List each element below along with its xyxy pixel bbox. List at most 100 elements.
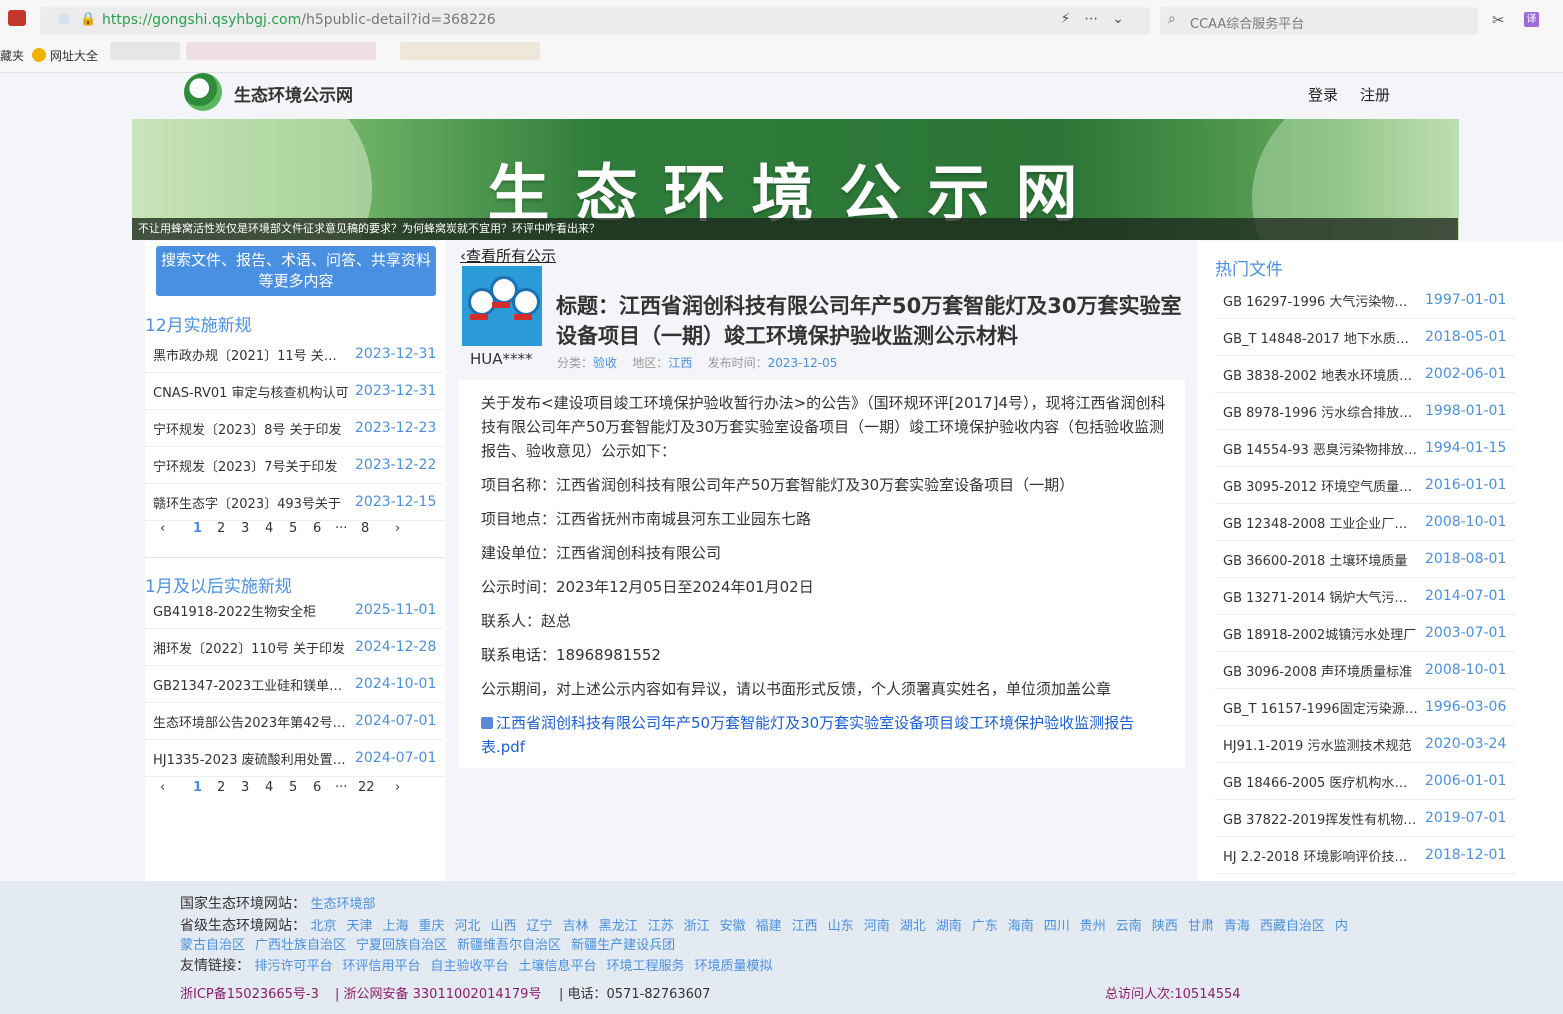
browser-search-box[interactable]: ⌕ CCAA综合服务平台 [1160,7,1478,35]
meta-category[interactable]: 验收 [593,356,617,370]
address-bar[interactable]: 🔒 https://gongshi.qsyhbgj.com/h5public-d… [40,7,1150,35]
pager-page-5[interactable]: 5 [289,780,297,795]
avatar[interactable] [462,266,542,346]
list-item[interactable]: GB 12348-2008 工业企业厂界环境 2008-10-01 [1215,504,1515,541]
footer-province-link[interactable]: 上海 [382,919,408,934]
pager-page-6[interactable]: 6 [313,780,321,795]
footer-province-link[interactable]: 新疆生产建设兵团 [571,938,675,953]
pager-next-icon[interactable]: › [395,521,400,536]
list-item[interactable]: CNAS-RV01 审定与核查机构认可 2023-12-31 [145,373,445,410]
footer-province-link[interactable]: 青海 [1224,919,1250,934]
footer-friend-link[interactable]: 排污许可平台 [254,959,332,974]
pager-page-3[interactable]: 3 [241,780,249,795]
footer-province-link[interactable]: 吉林 [563,919,589,934]
list-item[interactable]: GB 14554-93 恶臭污染物排放标准 1994-01-15 [1215,430,1515,467]
footer-province-link[interactable]: 江苏 [648,919,674,934]
footer-province-link[interactable]: 云南 [1116,919,1142,934]
footer-friend-link[interactable]: 环评信用平台 [342,959,420,974]
register-link[interactable]: 注册 [1360,84,1390,105]
pager-page-1[interactable]: 1 [193,521,202,536]
bookmark-sites[interactable]: 网址大全 [32,47,98,64]
blurred-bookmark[interactable] [110,42,180,60]
pager-page-3[interactable]: 3 [241,521,249,536]
footer-province-link[interactable]: 河北 [455,919,481,934]
footer-province-link[interactable]: 福建 [756,919,782,934]
list-item[interactable]: GB 36600-2018 土壤环境质量 2018-08-01 [1215,541,1515,578]
footer-province-link[interactable]: 辽宁 [527,919,553,934]
pager-page-5[interactable]: 5 [289,521,297,536]
browser-app-icon[interactable] [8,10,26,26]
footer-province-link[interactable]: 海南 [1008,919,1034,934]
scissors-icon[interactable]: ✂ [1492,11,1505,29]
list-item[interactable]: 宁环规发〔2023〕7号关于印发 2023-12-22 [145,447,445,484]
pager-page-6[interactable]: 6 [313,521,321,536]
footer-province-link[interactable]: 天津 [346,919,372,934]
blurred-bookmark[interactable] [186,42,376,60]
pager-page-2[interactable]: 2 [217,521,225,536]
blurred-bookmark[interactable] [400,42,540,60]
list-item[interactable]: 湘环发〔2022〕110号 关于印发 2024-12-28 [145,629,445,666]
footer-province-link[interactable]: 河南 [864,919,890,934]
list-item[interactable]: GB21347-2023工业硅和镁单质工业 2024-10-01 [145,666,445,703]
footer-province-link[interactable]: 重庆 [419,919,445,934]
list-item[interactable]: GB 18918-2002城镇污水处理厂 2003-07-01 [1215,615,1515,652]
pager-page-last[interactable]: 8 [361,521,369,536]
list-item[interactable]: 黑市政办规〔2021〕11号 关于印发 2023-12-31 [145,336,445,373]
footer-province-link[interactable]: 广东 [972,919,998,934]
footer-province-link[interactable]: 黑龙江 [599,919,638,934]
footer-friend-link[interactable]: 环境工程服务 [607,959,685,974]
footer-friend-link[interactable]: 土壤信息平台 [519,959,597,974]
list-item[interactable]: GB_T 16157-1996固定污染源排气 1996-03-06 [1215,689,1515,726]
footer-province-link[interactable]: 山东 [828,919,854,934]
list-item[interactable]: HJ1335-2023 废硫酸利用处置污染 2024-07-01 [145,740,445,777]
pager-next-icon[interactable]: › [395,780,400,795]
url-text[interactable]: https://gongshi.qsyhbgj.com/h5public-det… [102,12,496,28]
footer-province-link[interactable]: 陕西 [1152,919,1178,934]
site-logo[interactable] [184,73,222,111]
list-item[interactable]: GB 8978-1996 污水综合排放标准 1998-01-01 [1215,393,1515,430]
site-name[interactable]: 生态环境公示网 [234,81,353,106]
bookmark-favorites[interactable]: 藏夹 [0,47,24,64]
news-ticker[interactable]: 不让用蜂窝活性炭仅是环境部文件征求意见稿的要求？为何蜂窝炭就不宜用？环评中咋看出… [132,218,1458,240]
footer-province-link[interactable]: 新疆维吾尔自治区 [457,938,561,953]
footer-province-link[interactable]: 甘肃 [1188,919,1214,934]
footer-province-link[interactable]: 四川 [1044,919,1070,934]
address-bar-tools[interactable]: ⚡⋯⌄ [1060,11,1138,27]
list-item[interactable]: GB 18466-2005 医疗机构水污染物 2006-01-01 [1215,763,1515,800]
pager-ellipsis[interactable]: ··· [335,521,347,536]
footer-province-link[interactable]: 山西 [491,919,517,934]
footer-province-link[interactable]: 内 [1335,919,1348,934]
login-link[interactable]: 登录 [1308,84,1338,105]
pager-ellipsis[interactable]: ··· [335,780,347,795]
back-to-all-link[interactable]: ‹查看所有公示 [460,245,556,266]
pager-prev-icon[interactable]: ‹ [160,521,165,536]
pager-page-4[interactable]: 4 [265,521,273,536]
footer-province-link[interactable]: 安徽 [720,919,746,934]
pager-page-2[interactable]: 2 [217,780,225,795]
list-item[interactable]: HJ 2.2-2018 环境影响评价技术导则 2018-12-01 [1215,837,1515,874]
icp-number[interactable]: 浙ICP备15023665号-3 [180,983,319,1002]
list-item[interactable]: GB 3095-2012 环境空气质量标准 2016-01-01 [1215,467,1515,504]
footer-province-link[interactable]: 宁夏回族自治区 [356,938,447,953]
list-item[interactable]: GB_T 14848-2017 地下水质量标准 2018-05-01 [1215,319,1515,356]
meta-area[interactable]: 江西 [668,356,692,370]
footer-friend-link[interactable]: 环境质量模拟 [695,959,773,974]
footer-province-link[interactable]: 湖北 [900,919,926,934]
footer-province-link[interactable]: 广西壮族自治区 [255,938,346,953]
footer-province-link[interactable]: 贵州 [1080,919,1106,934]
footer-province-link[interactable]: 湖南 [936,919,962,934]
list-item[interactable]: GB 37822-2019挥发性有机物无组织 2019-07-01 [1215,800,1515,837]
footer-province-link[interactable]: 西藏自治区 [1260,919,1325,934]
police-record[interactable]: | 浙公网安备 33011002014179号 [335,983,541,1002]
list-item[interactable]: GB 16297-1996 大气污染物综合排放标准 1997-01-01 [1215,282,1515,319]
attachment-link[interactable]: 江西省润创科技有限公司年产50万套智能灯及30万套实验室设备项目竣工环境保护验收… [481,714,1134,756]
pager-page-4[interactable]: 4 [265,780,273,795]
pager-page-last[interactable]: 22 [358,780,375,795]
translate-icon[interactable]: 译 [1524,12,1539,27]
list-item[interactable]: GB 3096-2008 声环境质量标准 2008-10-01 [1215,652,1515,689]
footer-province-link[interactable]: 江西 [792,919,818,934]
search-more-button[interactable]: 搜索文件、报告、术语、问答、共享资料等更多内容 [156,246,436,296]
pager-page-1[interactable]: 1 [193,780,202,795]
pager-prev-icon[interactable]: ‹ [160,780,165,795]
footer-friend-link[interactable]: 自主验收平台 [430,959,508,974]
